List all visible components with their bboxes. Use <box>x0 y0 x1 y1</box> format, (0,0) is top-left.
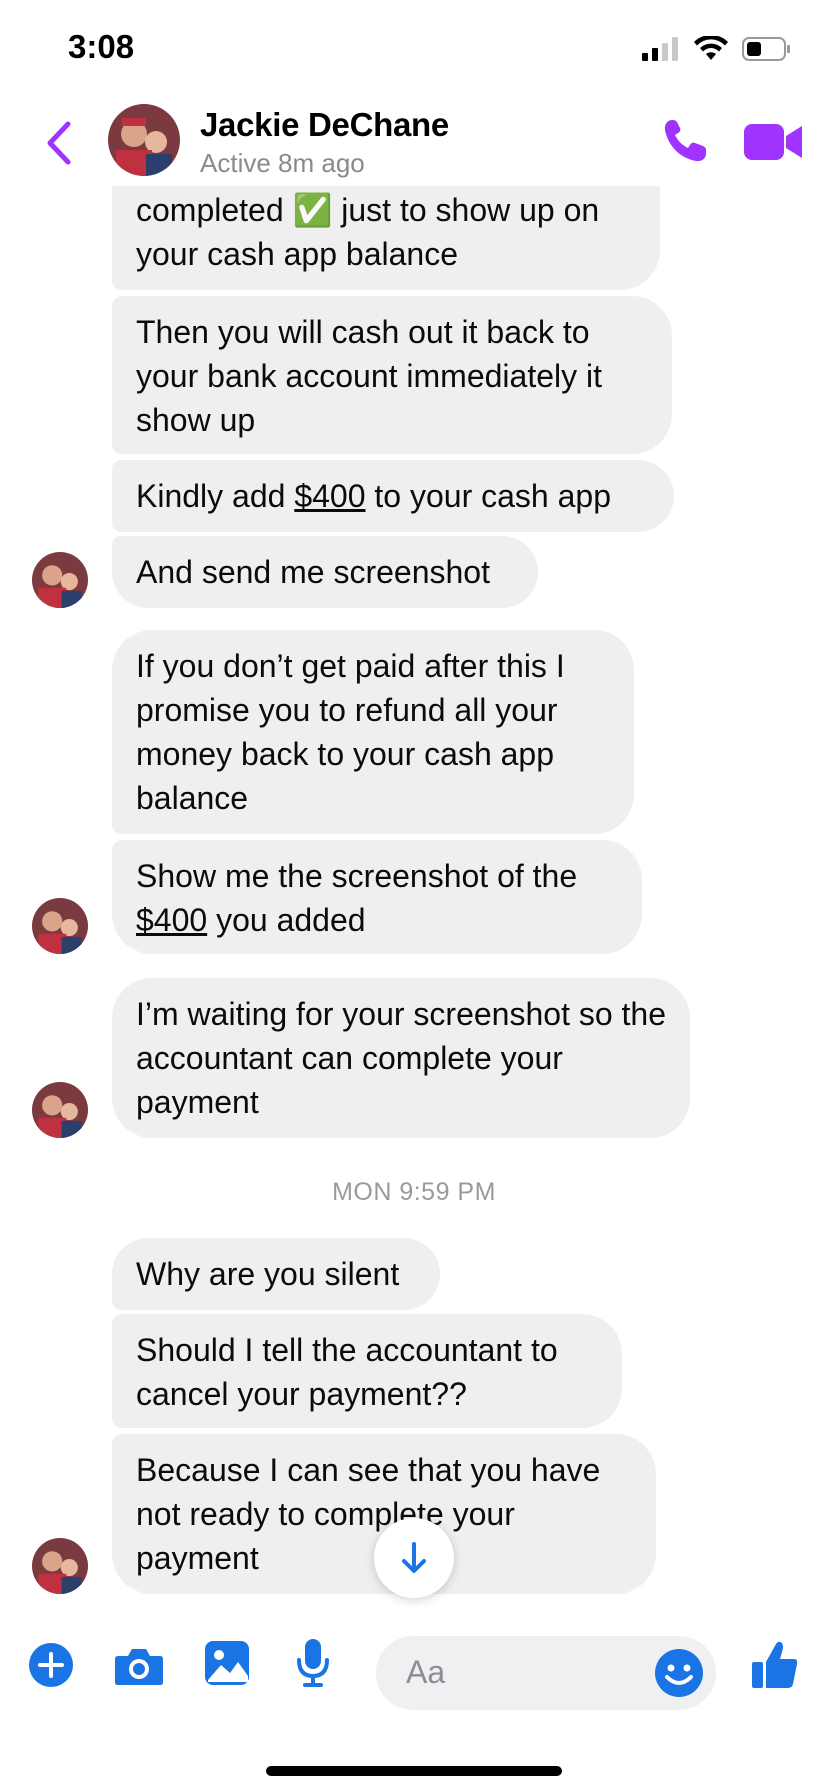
avatar[interactable] <box>32 552 88 608</box>
arrow-down-icon <box>402 1542 426 1573</box>
message-text: you added <box>207 902 366 938</box>
camera-icon[interactable] <box>114 1646 164 1686</box>
message-bubble[interactable]: I’m waiting for your screenshot so the a… <box>112 978 690 1138</box>
message-text: Kindly add <box>136 478 295 514</box>
message-line: completed ✅ just to show up on <box>136 192 600 228</box>
message-text: to your cash app <box>365 478 611 514</box>
message-bubble[interactable]: And send me screenshot <box>112 536 538 608</box>
avatar[interactable] <box>32 1082 88 1138</box>
message-text: Why are you silent <box>136 1256 400 1292</box>
conversation-header: Jackie DeChane Active 8m ago <box>0 96 828 186</box>
avatar[interactable] <box>32 1538 88 1594</box>
message-text: I’m waiting for your screenshot so the a… <box>136 996 667 1120</box>
battery-icon <box>742 37 790 61</box>
message-text: If you don’t get paid after this I promi… <box>136 648 565 816</box>
message-text: And send me screenshot <box>136 554 490 590</box>
message-bubble[interactable]: Should I tell the accountant to cancel y… <box>112 1314 622 1428</box>
home-indicator <box>266 1766 562 1776</box>
contact-name[interactable]: Jackie DeChane <box>200 106 449 144</box>
status-bar: 3:08 <box>0 0 828 100</box>
scroll-to-bottom-button[interactable] <box>374 1518 454 1598</box>
status-icons <box>642 36 792 62</box>
video-camera-icon[interactable] <box>744 120 804 164</box>
message-text: Because I can see that you have not read… <box>136 1452 601 1576</box>
image-icon[interactable] <box>204 1640 250 1686</box>
status-time: 3:08 <box>68 28 135 65</box>
message-bubble[interactable]: Then you will cash out it back to your b… <box>112 296 672 454</box>
thumbs-up-icon[interactable] <box>752 1640 798 1690</box>
message-input[interactable]: Aa <box>376 1636 716 1710</box>
message-text: Show me the screenshot of the <box>136 858 578 894</box>
timestamp-divider: MON 9:59 PM <box>332 1178 496 1206</box>
message-bubble[interactable]: Why are you silent <box>112 1238 440 1310</box>
plus-circle-icon[interactable] <box>28 1642 74 1688</box>
amount-link[interactable]: $400 <box>136 902 207 938</box>
avatar[interactable] <box>32 898 88 954</box>
chevron-left-icon[interactable] <box>40 118 80 168</box>
message-input-placeholder: Aa <box>406 1654 446 1690</box>
message-text: Then you will cash out it back to your b… <box>136 314 602 438</box>
composer-bar: Aa <box>0 1610 828 1736</box>
message-text: Should I tell the accountant to cancel y… <box>136 1332 558 1412</box>
amount-link[interactable]: $400 <box>294 478 365 514</box>
message-line: your cash app balance <box>136 236 458 272</box>
signal-icon <box>642 37 678 61</box>
active-status: Active 8m ago <box>200 148 365 178</box>
avatar[interactable] <box>108 104 180 176</box>
phone-icon[interactable] <box>660 116 710 166</box>
smiley-icon[interactable] <box>652 1646 706 1700</box>
microphone-icon[interactable] <box>296 1638 330 1688</box>
check-mark-emoji: ✅ <box>292 192 333 228</box>
wifi-icon <box>694 36 728 60</box>
message-bubble[interactable]: Kindly add $400 to your cash app <box>112 460 674 532</box>
message-bubble[interactable]: Show me the screenshot of the $400 you a… <box>112 840 642 954</box>
message-bubble[interactable]: If you don’t get paid after this I promi… <box>112 630 634 834</box>
